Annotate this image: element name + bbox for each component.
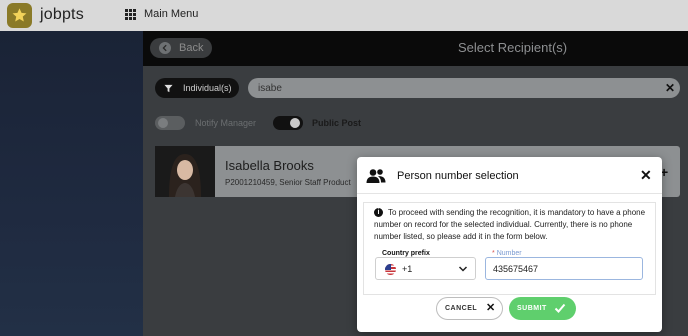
country-prefix-label: Country prefix [382, 250, 430, 257]
notify-manager-label: Notify Manager [195, 118, 257, 128]
brand-name: jobpts [40, 6, 84, 23]
main-menu-link[interactable]: Main Menu [144, 8, 198, 20]
close-icon[interactable]: ✕ [640, 168, 652, 182]
clear-search-icon[interactable]: ✕ [665, 82, 675, 94]
cancel-x-icon: ✕ [486, 302, 496, 314]
modal-header: Person number selection ✕ [357, 157, 662, 194]
submit-button-label: SUBMIT [517, 305, 547, 312]
phone-number-input[interactable]: 435675467 [485, 257, 643, 280]
number-field-label: * Number [492, 250, 522, 257]
back-button-label: Back [179, 42, 204, 54]
people-icon [366, 169, 386, 183]
cancel-button-label: CANCEL [445, 305, 478, 312]
country-prefix-select[interactable]: +1 [375, 257, 476, 280]
chevron-down-icon [458, 266, 468, 272]
back-arrow-icon [159, 42, 171, 54]
us-flag-icon [385, 264, 396, 275]
phone-number-modal: Person number selection ✕ i To proceed w… [357, 157, 662, 332]
app-grid-icon[interactable] [125, 9, 136, 20]
person-subtitle: P2001210459, Senior Staff Product [225, 178, 351, 187]
page-title: Select Recipient(s) [458, 40, 568, 55]
filter-icon [164, 84, 173, 92]
submit-button[interactable]: SUBMIT [509, 297, 576, 320]
public-post-toggle[interactable] [273, 116, 303, 130]
left-sidebar [0, 31, 143, 336]
back-button[interactable]: Back [150, 38, 212, 58]
modal-title: Person number selection [397, 170, 519, 182]
info-message: To proceed with sending the recognition,… [374, 208, 646, 241]
recipient-search-input[interactable]: isabe [248, 78, 680, 98]
filter-label: Individual(s) [183, 83, 232, 93]
cancel-button[interactable]: CANCEL ✕ [436, 297, 503, 320]
public-post-label: Public Post [312, 118, 362, 128]
recipient-type-filter-button[interactable]: Individual(s) [155, 78, 239, 98]
page-header [143, 31, 688, 66]
star-logo-icon[interactable] [7, 3, 32, 28]
top-bar: jobpts Main Menu [0, 0, 688, 31]
check-icon [554, 303, 566, 313]
notify-manager-toggle[interactable] [155, 116, 185, 130]
country-prefix-value: +1 [402, 264, 413, 274]
avatar [155, 146, 215, 197]
person-name: Isabella Brooks [225, 158, 314, 173]
